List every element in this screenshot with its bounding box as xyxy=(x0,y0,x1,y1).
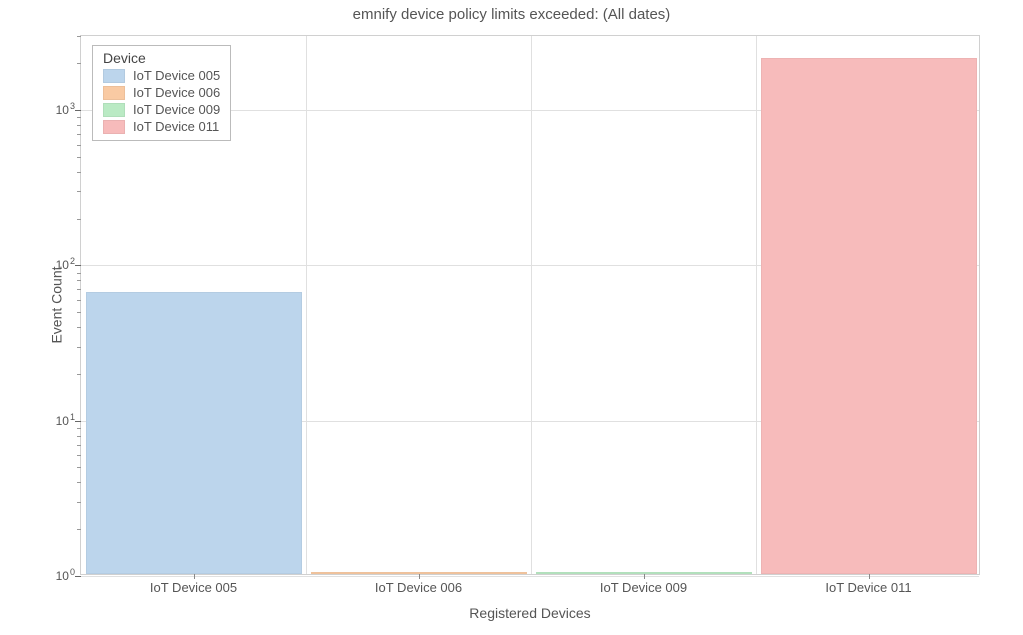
x-tick-label: IoT Device 009 xyxy=(600,580,687,595)
x-tick-label: IoT Device 011 xyxy=(825,580,911,595)
bar xyxy=(761,58,977,574)
legend-item: IoT Device 005 xyxy=(103,68,220,83)
chart-title: emnify device policy limits exceeded: (A… xyxy=(0,6,1023,23)
legend-swatch xyxy=(103,69,125,83)
legend-item: IoT Device 011 xyxy=(103,119,220,134)
chart-container: emnify device policy limits exceeded: (A… xyxy=(0,0,1023,635)
y-tick-label: 101 xyxy=(56,414,75,428)
legend-swatch xyxy=(103,120,125,134)
legend-swatch xyxy=(103,86,125,100)
legend-item: IoT Device 009 xyxy=(103,102,220,117)
legend-label: IoT Device 006 xyxy=(133,85,220,100)
legend-label: IoT Device 005 xyxy=(133,68,220,83)
legend-item: IoT Device 006 xyxy=(103,85,220,100)
y-tick-label: 100 xyxy=(56,569,75,583)
legend-label: IoT Device 009 xyxy=(133,102,220,117)
legend-swatch xyxy=(103,103,125,117)
legend-label: IoT Device 011 xyxy=(133,119,219,134)
x-tick-label: IoT Device 005 xyxy=(150,580,237,595)
x-tick-label: IoT Device 006 xyxy=(375,580,462,595)
y-tick-label: 103 xyxy=(56,103,75,117)
bar xyxy=(86,292,302,574)
x-axis-label: Registered Devices xyxy=(80,605,980,621)
y-axis-label: Event Count xyxy=(49,266,65,343)
y-tick-label: 102 xyxy=(56,258,75,272)
legend-title: Device xyxy=(103,50,220,66)
legend: Device IoT Device 005 IoT Device 006 IoT D… xyxy=(92,45,231,141)
